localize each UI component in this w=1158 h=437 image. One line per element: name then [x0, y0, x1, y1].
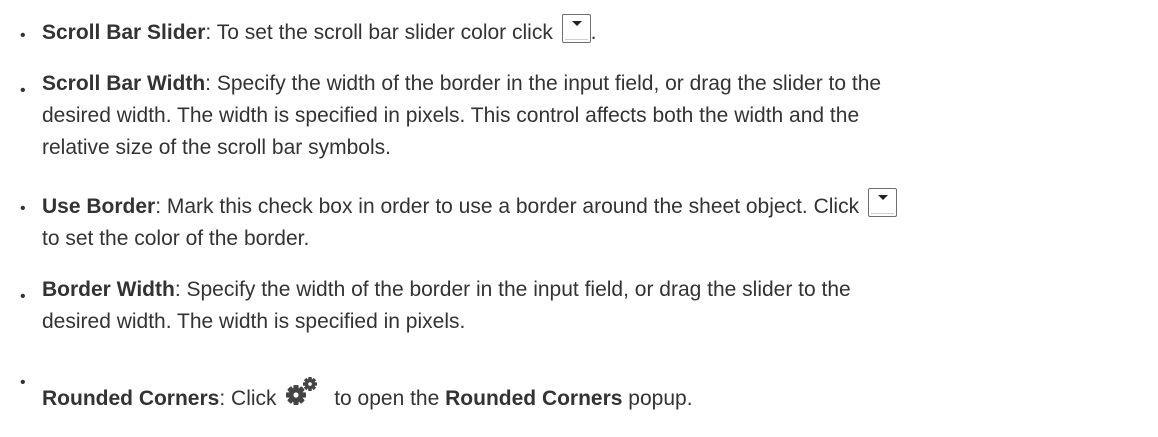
bullet: •: [20, 27, 26, 44]
term-scroll-bar-slider: Scroll Bar Slider: [42, 21, 206, 44]
description-line-2: to set the color of the border.: [42, 227, 310, 250]
description-end: popup.: [622, 387, 693, 410]
item-text: Scroll Bar Slider: To set the scroll bar…: [42, 14, 1150, 49]
description-line-2: desired width. The width is specified in…: [42, 104, 860, 127]
description: Specify the width of the border in the i…: [211, 72, 882, 95]
bullet: •: [20, 200, 26, 217]
gear-icon[interactable]: [284, 377, 322, 417]
description-line-2: desired width. The width is specified in…: [42, 310, 466, 333]
description: Mark this check box in order to use a bo…: [161, 195, 865, 218]
description-end: .: [590, 21, 597, 44]
bullet: •: [20, 374, 26, 391]
description: Specify the width of the border in the i…: [180, 278, 851, 301]
item-text: Border Width: Specify the width of the b…: [42, 274, 1150, 338]
description: Click: [225, 387, 283, 410]
term-rounded-corners: Rounded Corners: [42, 387, 220, 410]
bullet: •: [20, 82, 26, 99]
help-document: • Scroll Bar Slider: To set the scroll b…: [0, 0, 1158, 437]
term-border-width: Border Width: [42, 278, 175, 301]
description-line-3: relative size of the scroll bar symbols.: [42, 136, 391, 159]
dropdown-arrow-icon: [877, 195, 888, 200]
item-text: Rounded Corners: Click to open the Round…: [42, 377, 1150, 417]
item-text: Scroll Bar Width: Specify the width of t…: [42, 68, 1150, 164]
term-scroll-bar-width: Scroll Bar Width: [42, 72, 206, 95]
color-dropdown-icon[interactable]: [561, 14, 591, 43]
description: To set the scroll bar slider color click: [211, 21, 559, 44]
item-text: Use Border: Mark this check box in order…: [42, 188, 1150, 255]
description-middle: to open the: [328, 387, 446, 410]
color-dropdown-icon[interactable]: [867, 188, 897, 217]
dropdown-arrow-icon: [571, 21, 582, 26]
popup-name: Rounded Corners: [445, 387, 623, 410]
bullet: •: [20, 288, 26, 305]
term-use-border: Use Border: [42, 195, 156, 218]
